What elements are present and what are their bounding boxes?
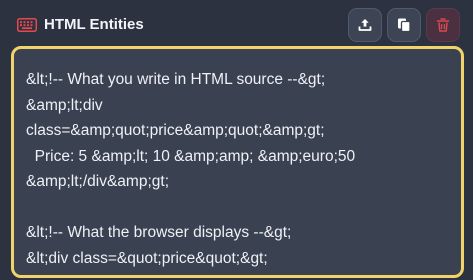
html-entities-panel: HTML Entities &lt;!-- What you write in … <box>0 0 473 280</box>
panel-title: HTML Entities <box>44 16 144 33</box>
upload-button[interactable] <box>348 8 382 42</box>
panel-header: HTML Entities <box>0 0 473 46</box>
editor-content[interactable]: &lt;!-- What you write in HTML source --… <box>26 67 453 271</box>
copy-button[interactable] <box>387 8 421 42</box>
keyboard-icon <box>17 18 37 32</box>
upload-icon <box>358 19 372 31</box>
entities-text-editor[interactable]: &lt;!-- What you write in HTML source --… <box>11 46 464 278</box>
copy-icon <box>398 18 411 33</box>
trash-icon <box>436 18 450 32</box>
delete-button[interactable] <box>426 8 460 42</box>
